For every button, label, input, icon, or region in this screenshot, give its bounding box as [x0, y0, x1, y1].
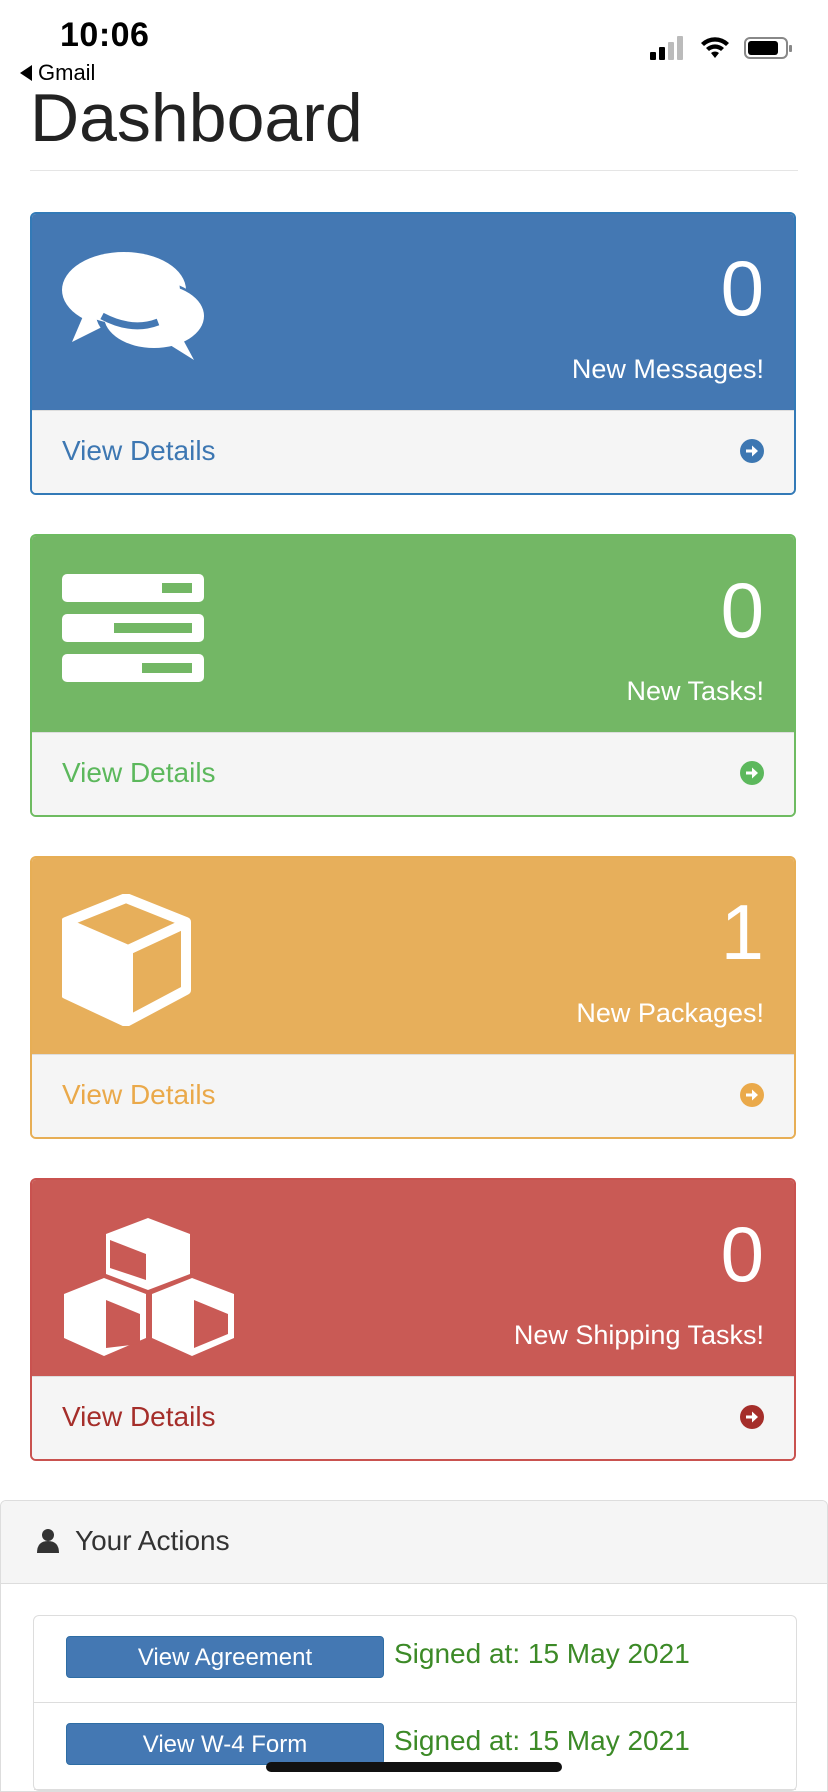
- packages-count: 1: [720, 888, 764, 976]
- view-agreement-button[interactable]: View Agreement: [66, 1636, 384, 1678]
- back-app-label: Gmail: [38, 60, 96, 85]
- messages-count: 0: [720, 244, 764, 332]
- list-item: View Agreement Signed at: 15 May 2021: [34, 1616, 796, 1703]
- messages-view-details-link[interactable]: View Details: [32, 410, 794, 493]
- shipping-count: 0: [720, 1210, 764, 1298]
- status-icons: [650, 36, 794, 60]
- view-details-label: View Details: [62, 757, 216, 788]
- packages-panel: 1 New Packages! View Details: [30, 856, 796, 1139]
- shipping-panel-header: 0 New Shipping Tasks!: [32, 1180, 794, 1376]
- tasks-panel: 0 New Tasks! View Details: [30, 534, 796, 817]
- messages-label: New Messages!: [571, 354, 764, 384]
- view-w4-form-button[interactable]: View W-4 Form: [66, 1723, 384, 1765]
- view-details-label: View Details: [62, 1401, 216, 1432]
- arrow-circle-right-icon: [740, 1083, 764, 1107]
- shipping-panel: 0 New Shipping Tasks! View Details: [30, 1178, 796, 1461]
- tasks-panel-header: 0 New Tasks!: [32, 536, 794, 732]
- messages-panel-header: 0 New Messages!: [32, 214, 794, 410]
- your-actions-header: Your Actions: [1, 1501, 827, 1584]
- shipping-view-details-link[interactable]: View Details: [32, 1376, 794, 1459]
- page-title: Dashboard: [30, 80, 363, 156]
- packages-view-details-link[interactable]: View Details: [32, 1054, 794, 1137]
- status-time: 10:06: [60, 16, 150, 54]
- tasks-icon: [62, 574, 204, 682]
- packages-panel-header: 1 New Packages!: [32, 858, 794, 1054]
- your-actions-title: Your Actions: [75, 1525, 230, 1556]
- arrow-circle-right-icon: [740, 1405, 764, 1429]
- home-indicator[interactable]: [266, 1762, 562, 1772]
- messages-panel: 0 New Messages! View Details: [30, 212, 796, 495]
- wifi-icon: [701, 37, 729, 58]
- tasks-count: 0: [720, 566, 764, 654]
- packages-label: New Packages!: [576, 998, 764, 1028]
- your-actions-panel: Your Actions View Agreement Signed at: 1…: [0, 1500, 828, 1792]
- back-arrow-icon: [20, 65, 32, 81]
- arrow-circle-right-icon: [740, 761, 764, 785]
- back-to-gmail-link[interactable]: Gmail: [20, 60, 95, 86]
- tasks-view-details-link[interactable]: View Details: [32, 732, 794, 815]
- title-divider: [30, 170, 798, 171]
- status-bar: 10:06 Gmail: [0, 0, 828, 90]
- arrow-circle-right-icon: [740, 439, 764, 463]
- cubes-icon: [64, 1218, 234, 1356]
- list-item: View W-4 Form Signed at: 15 May 2021: [34, 1703, 796, 1790]
- comments-icon: [62, 252, 204, 360]
- shipping-label: New Shipping Tasks!: [513, 1320, 764, 1350]
- tasks-label: New Tasks!: [626, 676, 764, 706]
- signal-icon: [650, 36, 683, 60]
- signed-date: Signed at: 15 May 2021: [394, 1725, 690, 1756]
- battery-icon: [744, 37, 792, 59]
- cube-icon: [62, 894, 191, 1026]
- signed-date: Signed at: 15 May 2021: [394, 1638, 690, 1669]
- view-details-label: View Details: [62, 1079, 216, 1110]
- view-details-label: View Details: [62, 435, 216, 466]
- user-icon: [37, 1529, 59, 1553]
